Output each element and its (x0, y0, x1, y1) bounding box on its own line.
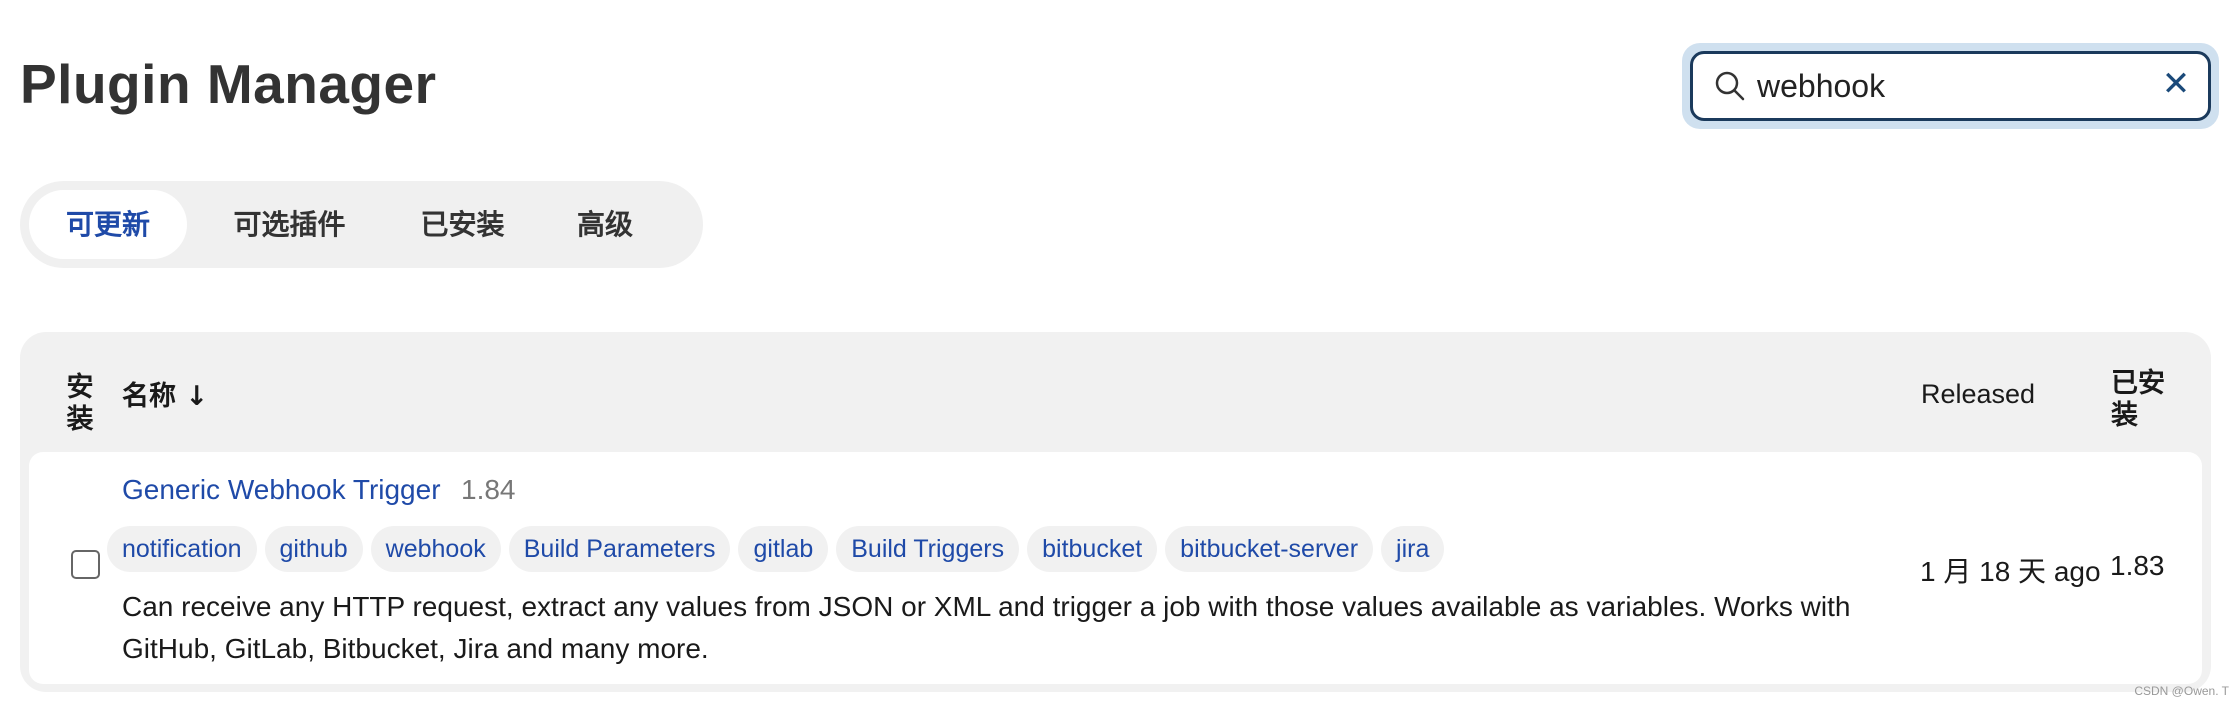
installed-version: 1.83 (2110, 550, 2165, 581)
plugin-description: Can receive any HTTP request, extract an… (122, 591, 1851, 664)
search-input[interactable] (1755, 62, 2159, 110)
column-header-name[interactable]: 名称 ↓ (122, 374, 208, 413)
watermark: CSDN @Owen. T (2134, 684, 2229, 698)
tag-link[interactable]: jira (1381, 526, 1445, 572)
column-header-released[interactable]: Released (1921, 379, 2035, 410)
tab-available-plugins[interactable]: 可选插件 (207, 190, 372, 259)
tag-link[interactable]: github (264, 526, 363, 572)
tag-link[interactable]: notification (107, 526, 257, 572)
table-row: Generic Webhook Trigger 1.84 notificatio… (29, 452, 2202, 684)
column-header-install: 安装 (66, 372, 94, 435)
column-header-installed: 已安装 (2111, 368, 2165, 431)
tag-link[interactable]: gitlab (738, 526, 829, 572)
search-icon (1715, 71, 1745, 101)
tag-link[interactable]: bitbucket (1027, 526, 1158, 572)
install-checkbox[interactable] (71, 550, 100, 579)
search-box[interactable]: ✕ (1690, 51, 2211, 121)
tab-installed[interactable]: 已安装 (400, 190, 525, 259)
plugin-name-link[interactable]: Generic Webhook Trigger (122, 474, 441, 506)
released-value: 1 月 18 天 ago (1920, 556, 2101, 587)
tab-updates[interactable]: 可更新 (29, 190, 187, 259)
tag-link[interactable]: bitbucket-server (1165, 526, 1374, 572)
search-focus-ring: ✕ (1682, 43, 2219, 129)
tag-link[interactable]: Build Parameters (508, 526, 731, 572)
tag-link[interactable]: webhook (370, 526, 501, 572)
tab-bar: 可更新 可选插件 已安装 高级 (20, 181, 703, 268)
close-icon[interactable]: ✕ (2158, 66, 2194, 102)
tag-link[interactable]: Build Triggers (836, 526, 1020, 572)
plugin-tags: notification github webhook Build Parame… (107, 526, 1445, 572)
plugin-version: 1.84 (461, 474, 516, 505)
page-title: Plugin Manager (20, 53, 437, 115)
tab-advanced[interactable]: 高级 (555, 190, 655, 259)
plugin-table: 安装 名称 ↓ Released 已安装 Generic Webhook Tri… (20, 332, 2211, 692)
